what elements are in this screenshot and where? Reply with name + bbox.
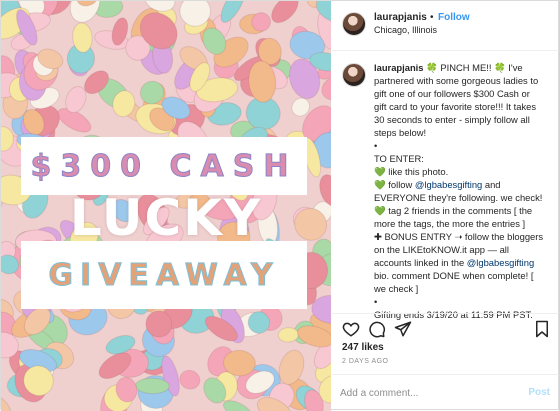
green-heart-icon: 💚	[374, 205, 386, 216]
comment-icon[interactable]	[368, 320, 386, 338]
likes-count[interactable]: 247 likes	[342, 342, 384, 353]
overlay-giveaway-text: GIVEAWAY	[48, 257, 280, 293]
post-date[interactable]: 2 DAYS AGO	[342, 358, 389, 365]
overlay-band-bottom: GIVEAWAY	[21, 241, 307, 309]
bookmark-icon[interactable]	[533, 320, 551, 338]
caption-line: accounts linked in the @lgbabesgifting	[374, 257, 535, 268]
caption-line: bio. comment DONE when complete! [	[374, 270, 534, 281]
caption-line: EVERYONE they're following. we check!	[374, 192, 543, 203]
action-bar	[332, 313, 559, 343]
caption-line: 💚 follow @lgbabesgifting and	[374, 179, 501, 190]
heart-icon[interactable]	[342, 320, 360, 338]
overlay-band-top: $300 CASH	[21, 137, 307, 195]
caption-line: more the tags, the more the entries ]	[374, 218, 526, 229]
caption-line: ✚ BONUS ENTRY ➝ follow the bloggers	[374, 231, 544, 242]
caption-line: •	[374, 296, 378, 307]
caption-username[interactable]: laurapjanis	[374, 62, 424, 73]
caption-line: gift one of our followers $300 Cash or	[374, 88, 530, 99]
post-side-panel: laurapjanis • Follow Chicago, Illinois l…	[332, 1, 559, 411]
avatar[interactable]	[342, 12, 366, 36]
caption-line: TO ENTER:	[374, 153, 424, 164]
caption-line: gift card to your favorite store!!! It t…	[374, 101, 537, 112]
caption-body: laurapjanis 🍀 PINCH ME!! 🍀 I've partnere…	[374, 61, 559, 321]
caption-line: •	[374, 140, 378, 151]
caption-line: 💚 like this photo.	[374, 166, 449, 177]
header-separator: •	[430, 12, 434, 23]
post-comment-button[interactable]: Post	[528, 387, 550, 398]
overlay-lucky-text: LUCKY	[69, 189, 263, 247]
share-icon[interactable]	[394, 320, 412, 338]
green-heart-icon: 💚	[374, 166, 386, 177]
caption-avatar[interactable]	[342, 63, 366, 87]
caption-line: we check ]	[374, 283, 419, 294]
mention-link[interactable]: @lgbabesgifting	[467, 257, 534, 268]
overlay-cash-text: $300 CASH	[30, 148, 298, 184]
instagram-post: $300 CASH LUCKY GIVEAWAY laurapjanis • F…	[0, 0, 559, 411]
caption-line: partnered with some gorgeous ladies to	[374, 75, 539, 86]
caption-line: on the LIKEtoKNOW.it app — all	[374, 244, 509, 255]
caption-line: 💚 tag 2 friends in the comments [ the	[374, 205, 533, 216]
comment-input[interactable]	[340, 382, 520, 404]
caption-line: steps below!	[374, 127, 427, 138]
header-username[interactable]: laurapjanis	[374, 12, 427, 23]
follow-button[interactable]: Follow	[438, 12, 470, 23]
caption-line: 30 seconds to enter - simply follow all	[374, 114, 530, 125]
green-heart-icon: 💚	[374, 179, 386, 190]
post-image[interactable]: $300 CASH LUCKY GIVEAWAY	[1, 1, 331, 411]
mention-link[interactable]: @lgbabesgifting	[415, 179, 482, 190]
location-link[interactable]: Chicago, Illinois	[374, 25, 437, 35]
caption-line: laurapjanis 🍀 PINCH ME!! 🍀 I've	[374, 62, 523, 73]
comment-bar: Post	[332, 374, 559, 411]
post-header: laurapjanis • Follow Chicago, Illinois	[332, 1, 559, 51]
